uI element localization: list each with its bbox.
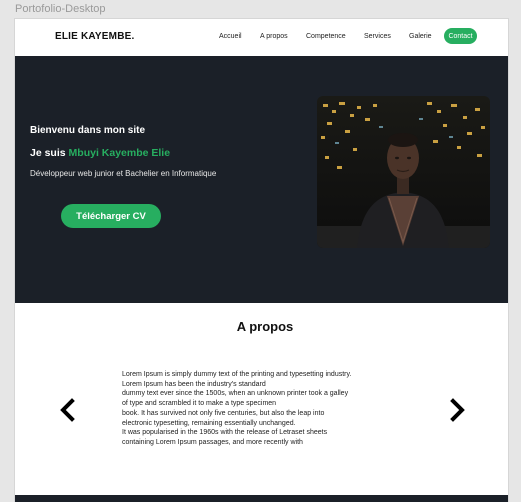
frame-label: Portofolio-Desktop [15,3,106,15]
about-line: book. It has survived not only five cent… [122,409,325,417]
navbar: ELIE KAYEMBE. Accueil A propos Competenc… [15,19,508,56]
nav-link-accueil[interactable]: Accueil [219,33,242,40]
download-cv-button[interactable]: Télécharger CV [61,204,161,228]
footer-strip [15,495,508,502]
hero-intro-prefix: Je suis [30,147,69,159]
contact-button[interactable]: Contact [444,28,477,44]
about-title: A propos [236,319,294,334]
site-logo[interactable]: ELIE KAYEMBE. [55,31,134,42]
hero-section: Bienvenu dans mon site Je suis Mbuyi Kay… [15,56,508,303]
about-line: of type and scrambled it to make a type … [122,400,277,408]
about-section: A propos Lorem Ipsum is simply dummy tex… [15,303,508,495]
about-line: electronic typesetting, remaining essent… [122,419,296,427]
hero-intro: Je suis Mbuyi Kayembe Elie [30,147,170,159]
nav-link-galerie[interactable]: Galerie [409,33,432,40]
about-line: Lorem Ipsum is simply dummy text of the … [122,371,352,378]
about-text: Lorem Ipsum is simply dummy text of the … [122,370,407,448]
about-line: It was popularised in the 1960s with the… [122,429,328,437]
chevron-left-icon[interactable] [58,398,76,422]
about-line: Lorem Ipsum has been the industry's stan… [122,380,266,388]
hero-name: Mbuyi Kayembe Elie [68,147,171,159]
nav-link-competence[interactable]: Competence [306,33,346,40]
hero-role: Développeur web junior et Bachelier en I… [30,169,217,178]
nav-link-services[interactable]: Services [364,33,391,40]
page-frame: ELIE KAYEMBE. Accueil A propos Competenc… [15,19,508,502]
hero-greeting: Bienvenu dans mon site [30,125,146,136]
about-line: containing Lorem Ipsum passages, and mor… [122,438,303,446]
nav-link-a-propos[interactable]: A propos [260,33,288,40]
about-line: dummy text ever since the 1500s, when an… [122,390,349,398]
profile-photo [317,96,490,248]
chevron-right-icon[interactable] [449,398,467,422]
